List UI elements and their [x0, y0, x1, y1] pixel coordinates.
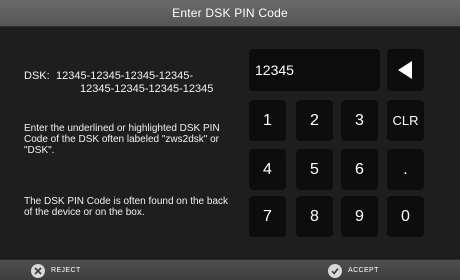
- backspace-button[interactable]: [387, 49, 424, 91]
- accept-button[interactable]: ACCEPT: [328, 263, 388, 279]
- check-icon: [328, 264, 342, 278]
- dsk-value-line-1: 12345-12345-12345-12345-: [56, 70, 194, 82]
- backspace-triangle-icon: [398, 61, 412, 79]
- key-8[interactable]: 8: [296, 196, 333, 237]
- reject-label: REJECT: [51, 267, 81, 274]
- page-title: Enter DSK PIN Code: [0, 0, 460, 27]
- key-7[interactable]: 7: [249, 196, 286, 237]
- key-1[interactable]: 1: [249, 100, 286, 141]
- action-bar: REJECT ACCEPT: [0, 259, 460, 280]
- key-3[interactable]: 3: [341, 100, 378, 141]
- reject-button[interactable]: REJECT: [31, 263, 91, 279]
- help-instruction-text: Enter the underlined or highlighted DSK …: [24, 123, 220, 156]
- accept-label: ACCEPT: [348, 267, 379, 274]
- pin-input[interactable]: 12345: [249, 49, 380, 91]
- key-0[interactable]: 0: [387, 196, 424, 237]
- key-2[interactable]: 2: [296, 100, 333, 141]
- close-icon: [31, 264, 45, 278]
- dsk-label: DSK:: [24, 70, 50, 82]
- key-4[interactable]: 4: [249, 149, 286, 190]
- key-6[interactable]: 6: [341, 149, 378, 190]
- help-location-text: The DSK PIN Code is often found on the b…: [24, 196, 229, 218]
- key-5[interactable]: 5: [296, 149, 333, 190]
- key-9[interactable]: 9: [341, 196, 378, 237]
- dsk-pin-screen: Enter DSK PIN Code DSK: 12345-12345-1234…: [0, 0, 460, 280]
- dsk-value-line-2: 12345-12345-12345-12345: [80, 83, 214, 95]
- key-dot[interactable]: .: [387, 149, 424, 190]
- clear-button[interactable]: CLR: [387, 100, 424, 141]
